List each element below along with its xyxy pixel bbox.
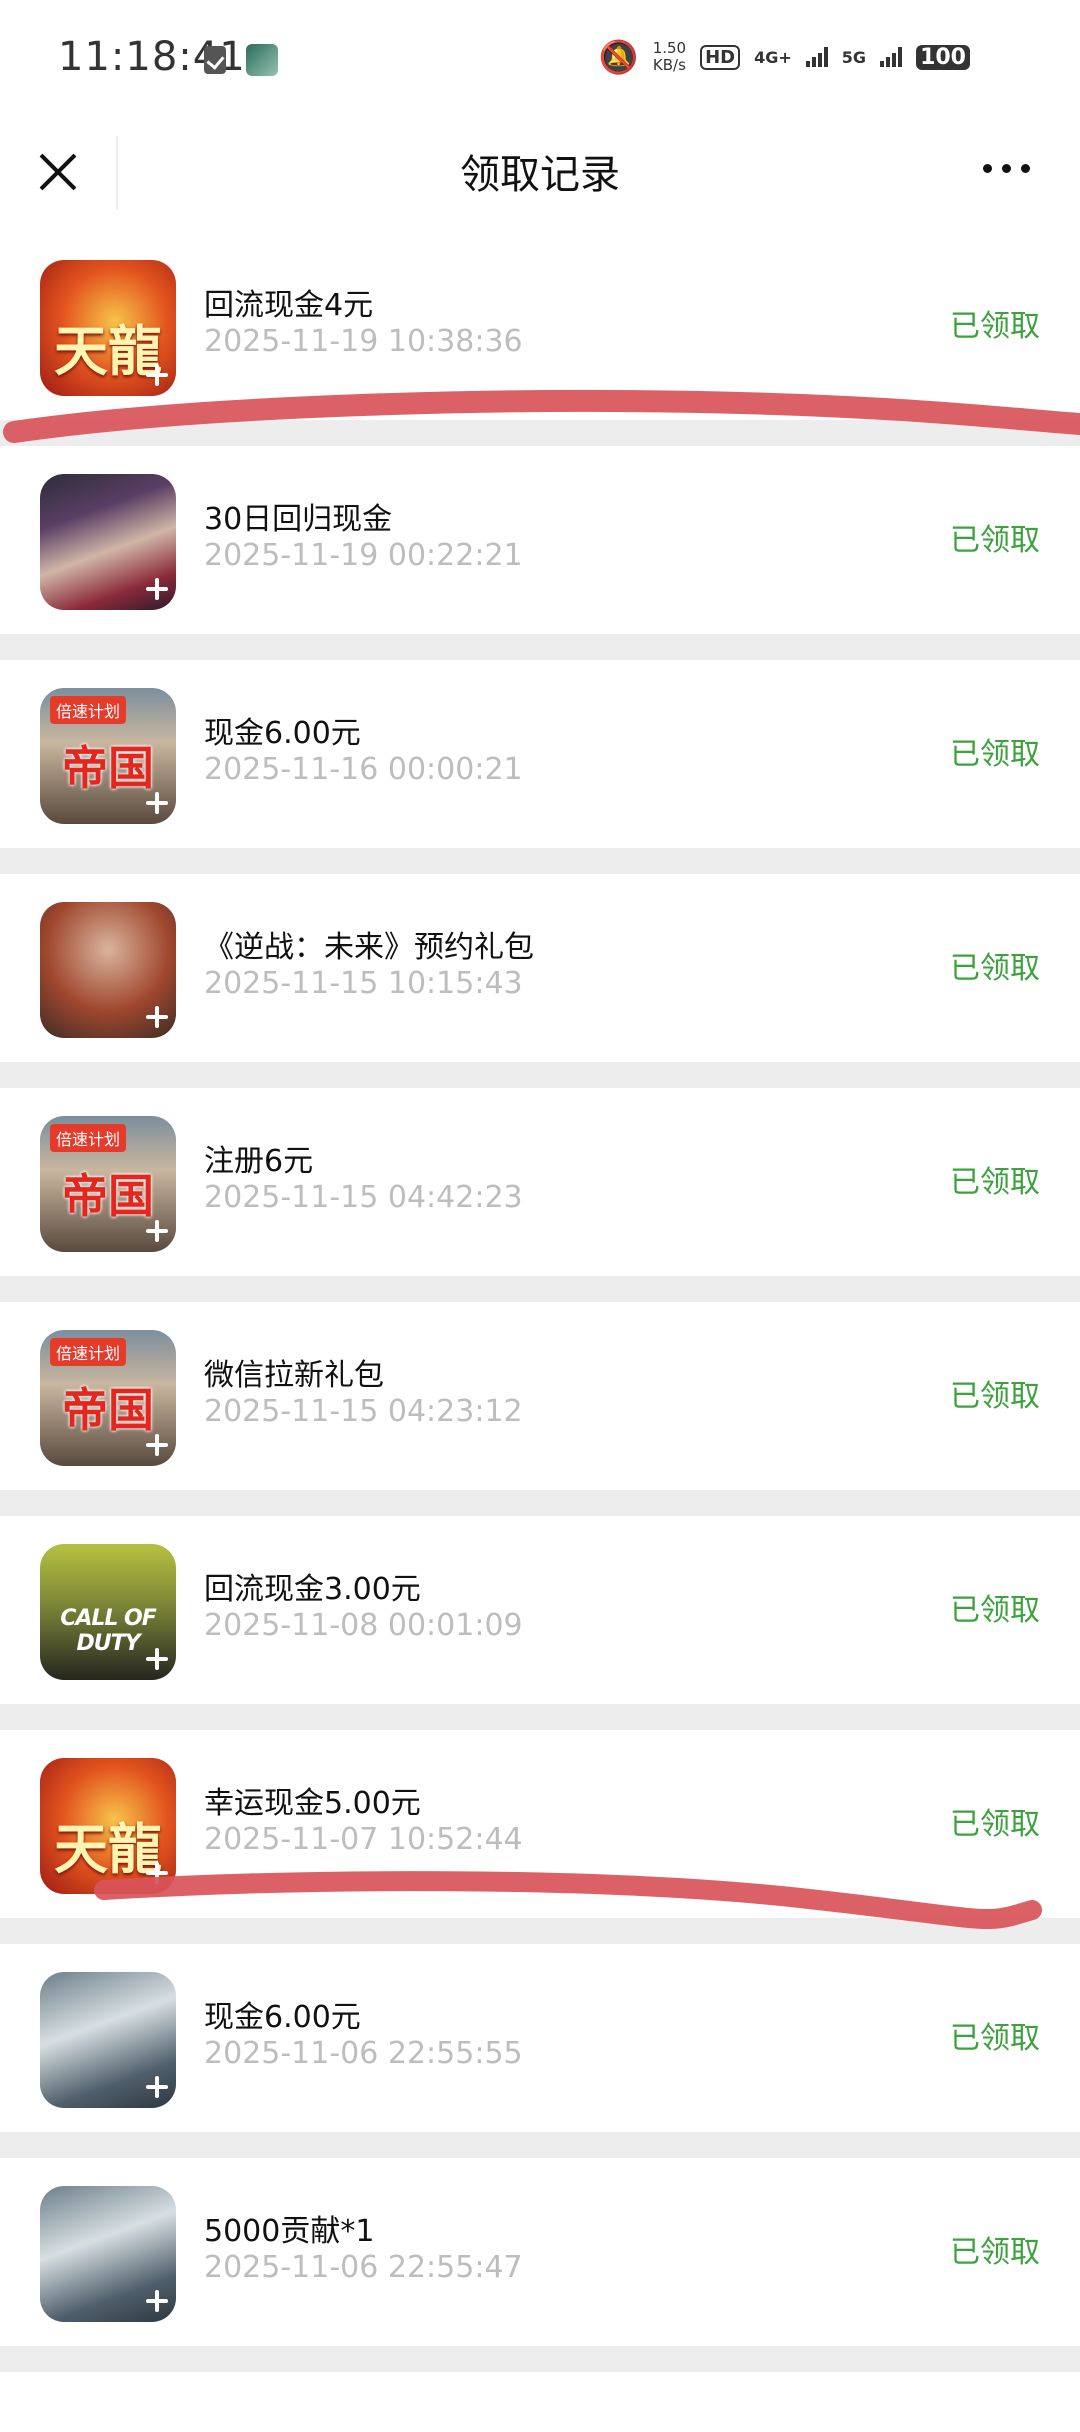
list-item[interactable]: 《逆战：未来》预约礼包 2025-11-15 10:15:43 已领取 (0, 874, 1080, 1062)
plus-badge-icon (146, 1434, 168, 1456)
network-4g-label: 4G+ (754, 47, 792, 67)
list-item[interactable]: 天龍 回流现金4元 2025-11-19 10:38:36 已领取 (0, 232, 1080, 420)
record-time: 2025-11-08 00:01:09 (204, 1608, 523, 1643)
record-title: 微信拉新礼包 (204, 1358, 384, 1393)
claimed-status: 已领取 (950, 1593, 1040, 1628)
diguo-app-icon: 倍速计划 帝国 (40, 1330, 176, 1466)
swordsman-app-icon (40, 2186, 176, 2322)
plus-badge-icon (146, 364, 168, 386)
app-notification-icon (246, 44, 278, 76)
icon-text: 帝国 (62, 1169, 154, 1223)
plus-badge-icon (146, 1006, 168, 1028)
record-time: 2025-11-16 00:00:21 (204, 752, 523, 787)
claimed-status: 已领取 (950, 309, 1040, 344)
claimed-status: 已领取 (950, 951, 1040, 986)
claimed-status: 已领取 (950, 1379, 1040, 1414)
icon-tag: 倍速计划 (50, 1124, 127, 1152)
list-item[interactable]: 倍速计划 帝国 微信拉新礼包 2025-11-15 04:23:12 已领取 (0, 1302, 1080, 1490)
tianlong-app-icon: 天龍 (40, 1758, 176, 1894)
signal-bars-icon (805, 47, 828, 67)
plus-badge-icon (146, 1648, 168, 1670)
record-time: 2025-11-15 10:15:43 (204, 966, 523, 1001)
list-item-partial[interactable] (0, 2372, 1080, 2432)
record-title: 现金6.00元 (204, 2000, 361, 2035)
plus-badge-icon (146, 578, 168, 600)
record-title: 《逆战：未来》预约礼包 (204, 930, 534, 965)
swordsman-app-icon (40, 1972, 176, 2108)
claimed-status: 已领取 (950, 737, 1040, 772)
claimed-status: 已领取 (950, 2021, 1040, 2056)
record-title: 现金6.00元 (204, 716, 361, 751)
list-item[interactable]: 天龍 幸运现金5.00元 2025-11-07 10:52:44 已领取 (0, 1730, 1080, 1918)
speed-value: 1.50 (652, 39, 687, 57)
record-time: 2025-11-06 22:55:47 (204, 2250, 523, 2285)
plus-badge-icon (146, 2290, 168, 2312)
nizhan-app-icon (40, 902, 176, 1038)
bell-muted-icon: 🔕 (598, 38, 639, 76)
icon-text: 帝国 (62, 1383, 154, 1437)
record-title: 5000贡献*1 (204, 2214, 375, 2249)
record-time: 2025-11-15 04:42:23 (204, 1180, 523, 1215)
hd-icon: HD (700, 44, 741, 70)
diguo-app-icon: 倍速计划 帝国 (40, 1116, 176, 1252)
record-time: 2025-11-19 00:22:21 (204, 538, 523, 573)
diguo-app-icon: 倍速计划 帝国 (40, 688, 176, 824)
list-item[interactable]: CALL OF DUTY 回流现金3.00元 2025-11-08 00:01:… (0, 1516, 1080, 1704)
checkmark-notification-icon (204, 46, 226, 74)
claimed-status: 已领取 (950, 2235, 1040, 2270)
network-speed: 1.50 KB/s (653, 40, 686, 74)
list-item[interactable]: 现金6.00元 2025-11-06 22:55:55 已领取 (0, 1944, 1080, 2132)
claimed-status: 已领取 (950, 523, 1040, 558)
battery-icon: 100 (916, 44, 970, 70)
speed-unit: KB/s (652, 56, 686, 74)
record-title: 30日回归现金 (204, 502, 393, 537)
status-indicators: 🔕 1.50 KB/s HD 4G+ 5G 100 (599, 38, 970, 76)
tianlong-app-icon: 天龍 (40, 260, 176, 396)
record-title: 回流现金4元 (204, 288, 374, 323)
call-of-duty-app-icon: CALL OF DUTY (40, 1544, 176, 1680)
record-title: 注册6元 (204, 1144, 314, 1179)
status-bar: 11:18:41 🔕 1.50 KB/s HD 4G+ 5G 100 (0, 0, 1080, 120)
icon-tag: 倍速计划 (50, 1338, 127, 1366)
more-options-icon[interactable] (983, 164, 1030, 173)
network-5g-label: 5G (841, 47, 867, 67)
nav-bar: 领取记录 (0, 120, 1080, 232)
record-title: 幸运现金5.00元 (204, 1786, 421, 1821)
icon-text: 帝国 (62, 741, 154, 795)
plus-badge-icon (146, 1220, 168, 1242)
plus-badge-icon (146, 1862, 168, 1884)
claimed-status: 已领取 (950, 1807, 1040, 1842)
signal-bars-icon (880, 47, 903, 67)
list-item[interactable]: 30日回归现金 2025-11-19 00:22:21 已领取 (0, 446, 1080, 634)
record-time: 2025-11-06 22:55:55 (204, 2036, 523, 2071)
plus-badge-icon (146, 2076, 168, 2098)
hero-app-icon (40, 474, 176, 610)
list-item[interactable]: 倍速计划 帝国 注册6元 2025-11-15 04:42:23 已领取 (0, 1088, 1080, 1276)
record-title: 回流现金3.00元 (204, 1572, 421, 1607)
page-title: 领取记录 (460, 152, 620, 198)
record-time: 2025-11-15 04:23:12 (204, 1394, 523, 1429)
list-item[interactable]: 5000贡献*1 2025-11-06 22:55:47 已领取 (0, 2158, 1080, 2346)
claimed-status: 已领取 (950, 1165, 1040, 1200)
plus-badge-icon (146, 792, 168, 814)
record-time: 2025-11-07 10:52:44 (204, 1822, 523, 1857)
list-item[interactable]: 倍速计划 帝国 现金6.00元 2025-11-16 00:00:21 已领取 (0, 660, 1080, 848)
icon-tag: 倍速计划 (50, 696, 127, 724)
record-time: 2025-11-19 10:38:36 (204, 324, 523, 359)
